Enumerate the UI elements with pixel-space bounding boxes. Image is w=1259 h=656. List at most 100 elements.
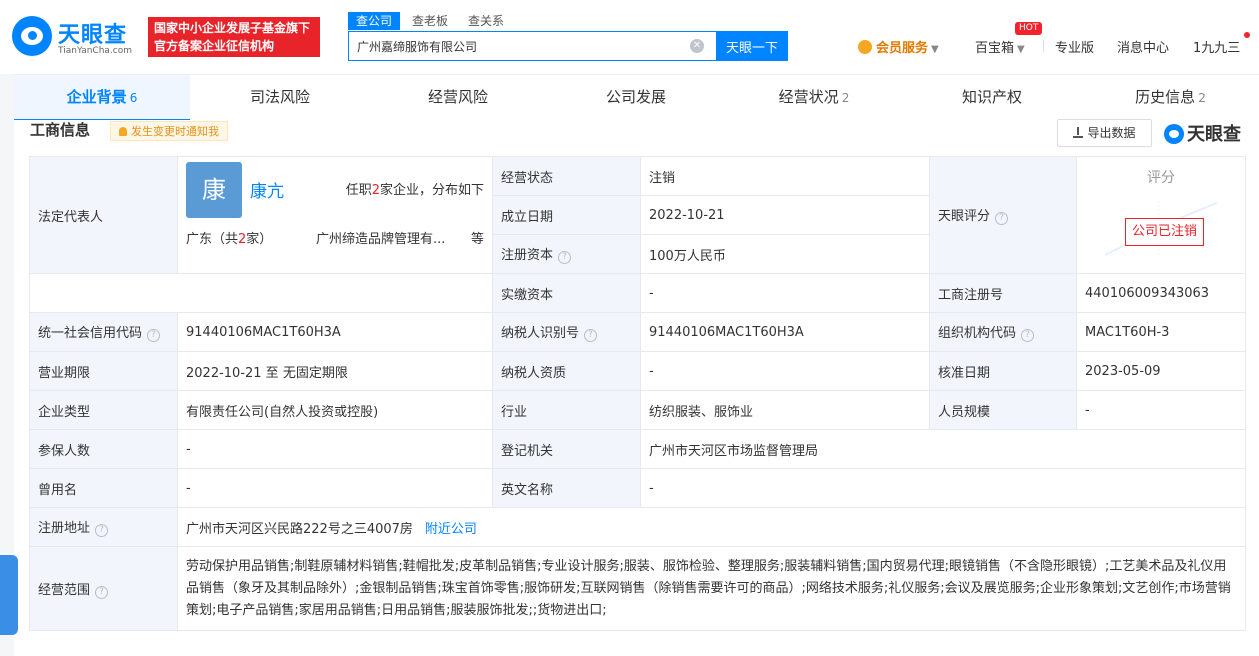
tab-development[interactable]: 公司发展 <box>546 75 726 121</box>
tax-id-label: 纳税人识别号? <box>492 312 641 352</box>
help-icon[interactable]: ? <box>558 251 572 264</box>
former-name-value: - <box>177 468 493 508</box>
former-name-label: 曾用名 <box>29 468 178 508</box>
tab-judicial-risk[interactable]: 司法风险 <box>190 75 370 121</box>
side-float-button[interactable] <box>0 555 18 635</box>
address-label: 注册地址? <box>29 507 178 547</box>
authority-value: 广州市天河区市场监督管理局 <box>640 429 1246 469</box>
credit-code-value: 91440106MAC1T60H3A <box>177 312 493 352</box>
status-label: 经营状态 <box>492 156 641 196</box>
notification-dot <box>1244 32 1250 38</box>
approve-date-label: 核准日期 <box>929 351 1077 391</box>
approve-date-value: 2023-05-09 <box>1076 351 1246 391</box>
search-type-tabs: 查公司 查老板 查关系 <box>348 12 516 32</box>
english-name-label: 英文名称 <box>492 468 641 508</box>
eye-logo-icon <box>1164 124 1184 144</box>
tab-operation-status[interactable]: 经营状况 2 <box>726 75 902 121</box>
authority-label: 登记机关 <box>492 429 641 469</box>
found-date-value: 2022-10-21 <box>640 195 930 235</box>
credit-code-label: 统一社会信用代码? <box>29 312 178 352</box>
notify-change-button[interactable]: 发生变更时通知我 <box>110 121 228 141</box>
user-menu[interactable]: 1九九三 <box>1193 37 1240 56</box>
help-icon[interactable]: ? <box>1021 329 1035 342</box>
legal-rep-label: 法定代表人 <box>29 156 178 274</box>
empty-cell <box>29 273 493 313</box>
search-tab-relation[interactable]: 查关系 <box>460 12 512 30</box>
tab-operation-risk[interactable]: 经营风险 <box>370 75 546 121</box>
export-data-button[interactable]: 导出数据 <box>1057 119 1152 147</box>
capital-label: 注册资本? <box>492 234 641 274</box>
search-input[interactable] <box>349 32 679 60</box>
vip-service-menu[interactable]: 会员服务 ▼ <box>858 37 939 56</box>
english-name-value: - <box>640 468 1246 508</box>
tab-history[interactable]: 历史信息 2 <box>1082 75 1259 121</box>
avatar[interactable]: 康 <box>186 162 242 218</box>
legal-rep-company[interactable]: 广州缔造品牌管理有... <box>316 228 445 247</box>
address-value: 广州市天河区兴民路222号之三4007房 <box>186 521 413 537</box>
search-button[interactable]: 天眼一下 <box>716 31 788 61</box>
eye-logo-icon <box>12 16 52 56</box>
section-title: 工商信息 <box>30 121 91 139</box>
nearby-companies-link[interactable]: 附近公司 <box>425 522 477 537</box>
search-tab-boss[interactable]: 查老板 <box>404 12 456 30</box>
status-value: 注销 <box>640 156 930 196</box>
tax-qual-label: 纳税人资质 <box>492 351 641 391</box>
toolbox-menu[interactable]: 百宝箱 ▼ <box>975 37 1025 56</box>
message-center-link[interactable]: 消息中心 <box>1117 37 1169 56</box>
found-date-label: 成立日期 <box>492 195 641 235</box>
legal-rep-region: 广东（共2家） <box>186 232 273 247</box>
divider <box>1043 40 1044 52</box>
help-icon[interactable]: ? <box>95 524 109 537</box>
crown-icon <box>858 40 872 54</box>
help-icon[interactable]: ? <box>995 212 1009 225</box>
tianyancha-watermark: 天眼查 <box>1164 120 1241 145</box>
pro-version-link[interactable]: 专业版 <box>1055 37 1094 56</box>
reg-no-value: 440106009343063 <box>1076 273 1246 313</box>
top-header: 天眼查 TianYanCha.com 国家中小企业发展子基金旗下 官方备案企业征… <box>0 0 1259 74</box>
org-code-label: 组织机构代码? <box>929 312 1077 352</box>
paid-capital-value: - <box>640 273 930 313</box>
scope-value: 劳动保护用品销售;制鞋原辅材料销售;鞋帽批发;皮革制品销售;专业设计服务;服装、… <box>177 546 1246 631</box>
term-value: 2022-10-21 至 无固定期限 <box>177 351 493 391</box>
legal-rep-more[interactable]: 等 <box>471 228 484 247</box>
legal-rep-name[interactable]: 康亢 <box>250 177 284 202</box>
paid-capital-label: 实缴资本 <box>492 273 641 313</box>
capital-value: 100万人民币 <box>640 234 930 274</box>
download-icon <box>1073 127 1084 138</box>
term-label: 营业期限 <box>29 351 178 391</box>
business-info-section: 工商信息 发生变更时通知我 导出数据 天眼查 法定代表人 康 康亢 任职2家企业… <box>14 119 1259 656</box>
industry-value: 纺织服装、服饰业 <box>640 390 930 430</box>
gov-badge: 国家中小企业发展子基金旗下 官方备案企业征信机构 <box>148 17 320 57</box>
clear-icon[interactable]: ✕ <box>690 39 704 53</box>
tax-qual-value: - <box>640 351 930 391</box>
industry-label: 行业 <box>492 390 641 430</box>
staff-label: 人员规模 <box>929 390 1077 430</box>
logo-domain: TianYanCha.com <box>58 46 133 56</box>
caret-down-icon: ▼ <box>931 44 939 55</box>
help-icon[interactable]: ? <box>584 329 598 342</box>
insured-value: - <box>177 429 493 469</box>
bell-icon <box>119 127 127 136</box>
type-label: 企业类型 <box>29 390 178 430</box>
type-value: 有限责任公司(自然人投资或控股) <box>177 390 493 430</box>
tab-background[interactable]: 企业背景 6 <box>14 75 190 121</box>
score-label: 天眼评分? <box>929 156 1077 274</box>
legal-rep-role: 任职2家企业，分布如下 <box>345 183 484 198</box>
tax-id-value: 91440106MAC1T60H3A <box>640 312 930 352</box>
hot-badge: HOT <box>1015 22 1043 35</box>
company-tabs: 企业背景 6 司法风险 经营风险 公司发展 经营状况 2 知识产权 历史信息 2 <box>14 74 1259 121</box>
deregistered-stamp: 公司已注销 <box>1125 218 1205 246</box>
reg-no-label: 工商注册号 <box>929 273 1077 313</box>
address-cell: 广州市天河区兴民路222号之三4007房 附近公司 <box>177 507 1246 547</box>
help-icon[interactable]: ? <box>147 329 161 342</box>
tab-ip[interactable]: 知识产权 <box>902 75 1082 121</box>
search-tab-company[interactable]: 查公司 <box>348 12 401 30</box>
org-code-value: MAC1T60H-3 <box>1076 312 1246 352</box>
help-icon[interactable]: ? <box>95 585 109 599</box>
staff-value: - <box>1076 390 1246 430</box>
tianyancha-logo[interactable]: 天眼查 TianYanCha.com <box>12 14 140 60</box>
caret-down-icon: ▼ <box>1017 44 1025 55</box>
business-info-table: 法定代表人 康 康亢 任职2家企业，分布如下 广东（共2家） 广州缔造品牌管理有… <box>29 156 1246 631</box>
scope-label: 经营范围? <box>29 546 178 631</box>
search-box: ✕ <box>348 31 717 61</box>
